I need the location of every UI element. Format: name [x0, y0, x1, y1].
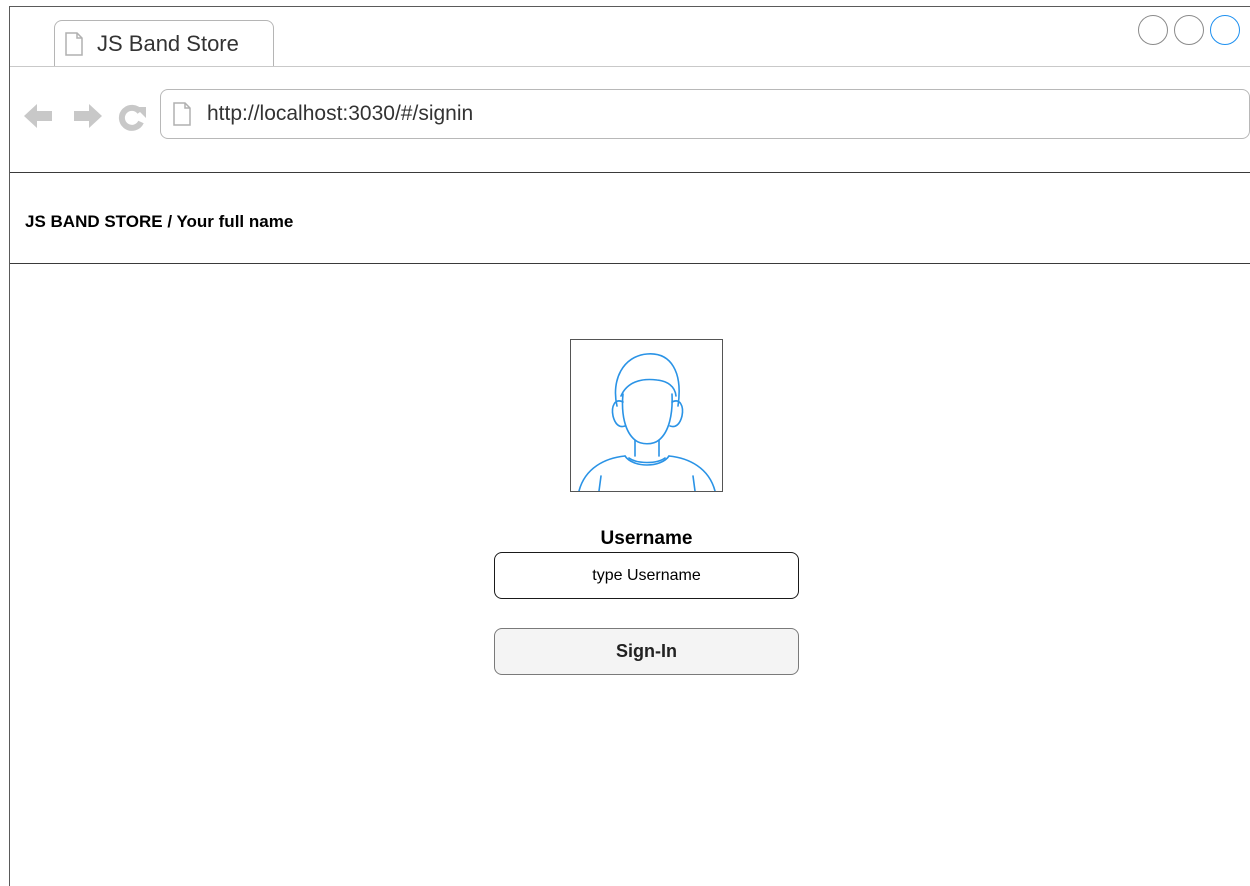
nav-bar-divider [10, 172, 1250, 173]
header-divider [10, 263, 1250, 264]
address-bar[interactable]: http://localhost:3030/#/signin [160, 89, 1250, 139]
browser-nav-bar: http://localhost:3030/#/signin [10, 67, 1250, 171]
tab-title: JS Band Store [97, 31, 239, 56]
window-button-close[interactable] [1138, 15, 1168, 45]
app-header-title: JS BAND STORE / Your full name [25, 212, 294, 231]
window-controls [1138, 15, 1246, 47]
document-icon [65, 32, 83, 56]
user-avatar-icon [570, 339, 723, 492]
browser-tab[interactable]: JS Band Store [54, 20, 274, 67]
back-arrow-icon[interactable] [24, 103, 52, 129]
forward-arrow-icon[interactable] [74, 103, 102, 129]
window-button-maximize[interactable] [1210, 15, 1240, 45]
url-text[interactable]: http://localhost:3030/#/signin [207, 102, 473, 126]
sign-in-button[interactable]: Sign-In [494, 628, 799, 675]
reload-icon[interactable] [118, 103, 146, 131]
browser-tab-bar: JS Band Store [10, 7, 1250, 67]
window-button-minimize[interactable] [1174, 15, 1204, 45]
page-icon [173, 102, 191, 126]
username-label: Username [600, 528, 693, 549]
username-input[interactable] [494, 552, 799, 599]
